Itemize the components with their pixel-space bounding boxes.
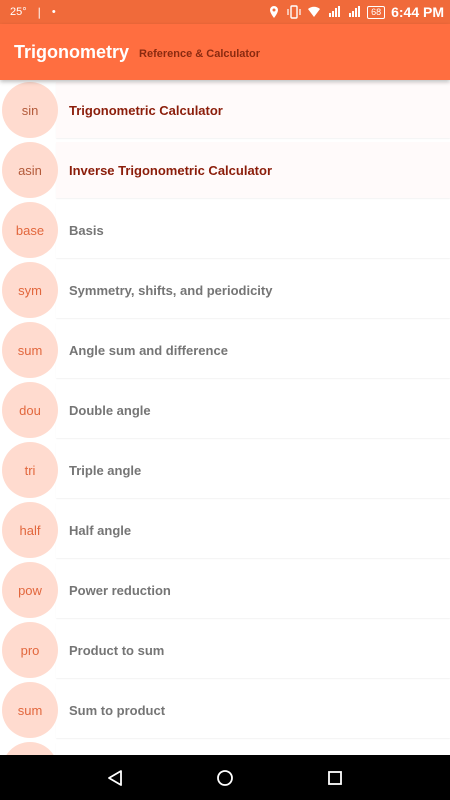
topic-avatar: tri — [2, 442, 58, 498]
list-item[interactable]: tri Triple angle — [0, 440, 450, 500]
topic-avatar: base — [2, 202, 58, 258]
list-item[interactable]: base Basis — [0, 200, 450, 260]
list-item[interactable]: sum Angle sum and difference — [0, 320, 450, 380]
list-item[interactable]: sum Sum to product — [0, 680, 450, 740]
weather-text: 25° — [10, 6, 27, 18]
topic-avatar: sin — [2, 82, 58, 138]
app-subtitle: Reference & Calculator — [139, 48, 261, 60]
list-item-label: Angle sum and difference — [69, 342, 228, 358]
back-button[interactable] — [103, 766, 127, 790]
list-item[interactable]: half Half angle — [0, 500, 450, 560]
list-item[interactable] — [0, 740, 450, 755]
app-title: Trigonometry — [14, 41, 130, 62]
list-item-label: Product to sum — [69, 642, 165, 658]
list-item[interactable]: pro Product to sum — [0, 620, 450, 680]
list-item-label: Symmetry, shifts, and periodicity — [69, 282, 273, 298]
battery-icon: 68 — [367, 5, 386, 19]
list-item-label: Trigonometric Calculator — [69, 102, 223, 118]
topic-avatar: pow — [2, 562, 58, 618]
list-item[interactable]: sym Symmetry, shifts, and periodicity — [0, 260, 450, 320]
topic-avatar: half — [2, 502, 58, 558]
list-item-label: Sum to product — [69, 702, 166, 718]
recents-icon — [328, 770, 342, 785]
topic-list[interactable]: sin Trigonometric Calculator asin Inverse T… — [0, 80, 450, 755]
list-item-label: Double angle — [69, 402, 151, 418]
topic-avatar: pro — [2, 622, 58, 678]
recents-button[interactable] — [323, 766, 347, 790]
home-button[interactable] — [213, 766, 237, 790]
list-item-card — [56, 742, 450, 755]
list-item-label: Half angle — [69, 522, 132, 538]
list-item[interactable]: asin Inverse Trigonometric Calculator — [0, 140, 450, 200]
list-item-label: Inverse Trigonometric Calculator — [69, 162, 273, 178]
app-bar: Trigonometry Reference & Calculator — [0, 24, 450, 80]
back-icon — [108, 769, 122, 786]
system-nav-bar — [0, 755, 450, 800]
list-item[interactable]: pow Power reduction — [0, 560, 450, 620]
signal-icon — [329, 6, 341, 17]
list-item[interactable]: sin Trigonometric Calculator — [0, 80, 450, 140]
list-item-label: Triple angle — [69, 462, 142, 478]
clock: 6:44 PM — [391, 4, 444, 20]
location-icon — [270, 6, 279, 18]
list-item[interactable]: dou Double angle — [0, 380, 450, 440]
topic-avatar: sum — [2, 322, 58, 378]
list-item-card — [56, 202, 450, 258]
list-item-label: Basis — [69, 222, 104, 238]
topic-avatar: dou — [2, 382, 58, 438]
notification-icon: ❘ — [34, 6, 44, 19]
topic-avatar: asin — [2, 142, 58, 198]
topic-avatar — [2, 742, 58, 755]
vibrate-icon — [287, 5, 301, 19]
wifi-icon — [308, 6, 321, 17]
topic-avatar: sym — [2, 262, 58, 318]
home-icon — [217, 769, 233, 786]
topic-avatar: sum — [2, 682, 58, 738]
dot-icon: • — [51, 6, 56, 18]
signal-2-icon — [349, 6, 361, 17]
status-bar: 25° ❘ • 68 6:44 PM — [0, 0, 450, 24]
list-item-label: Power reduction — [69, 582, 171, 598]
